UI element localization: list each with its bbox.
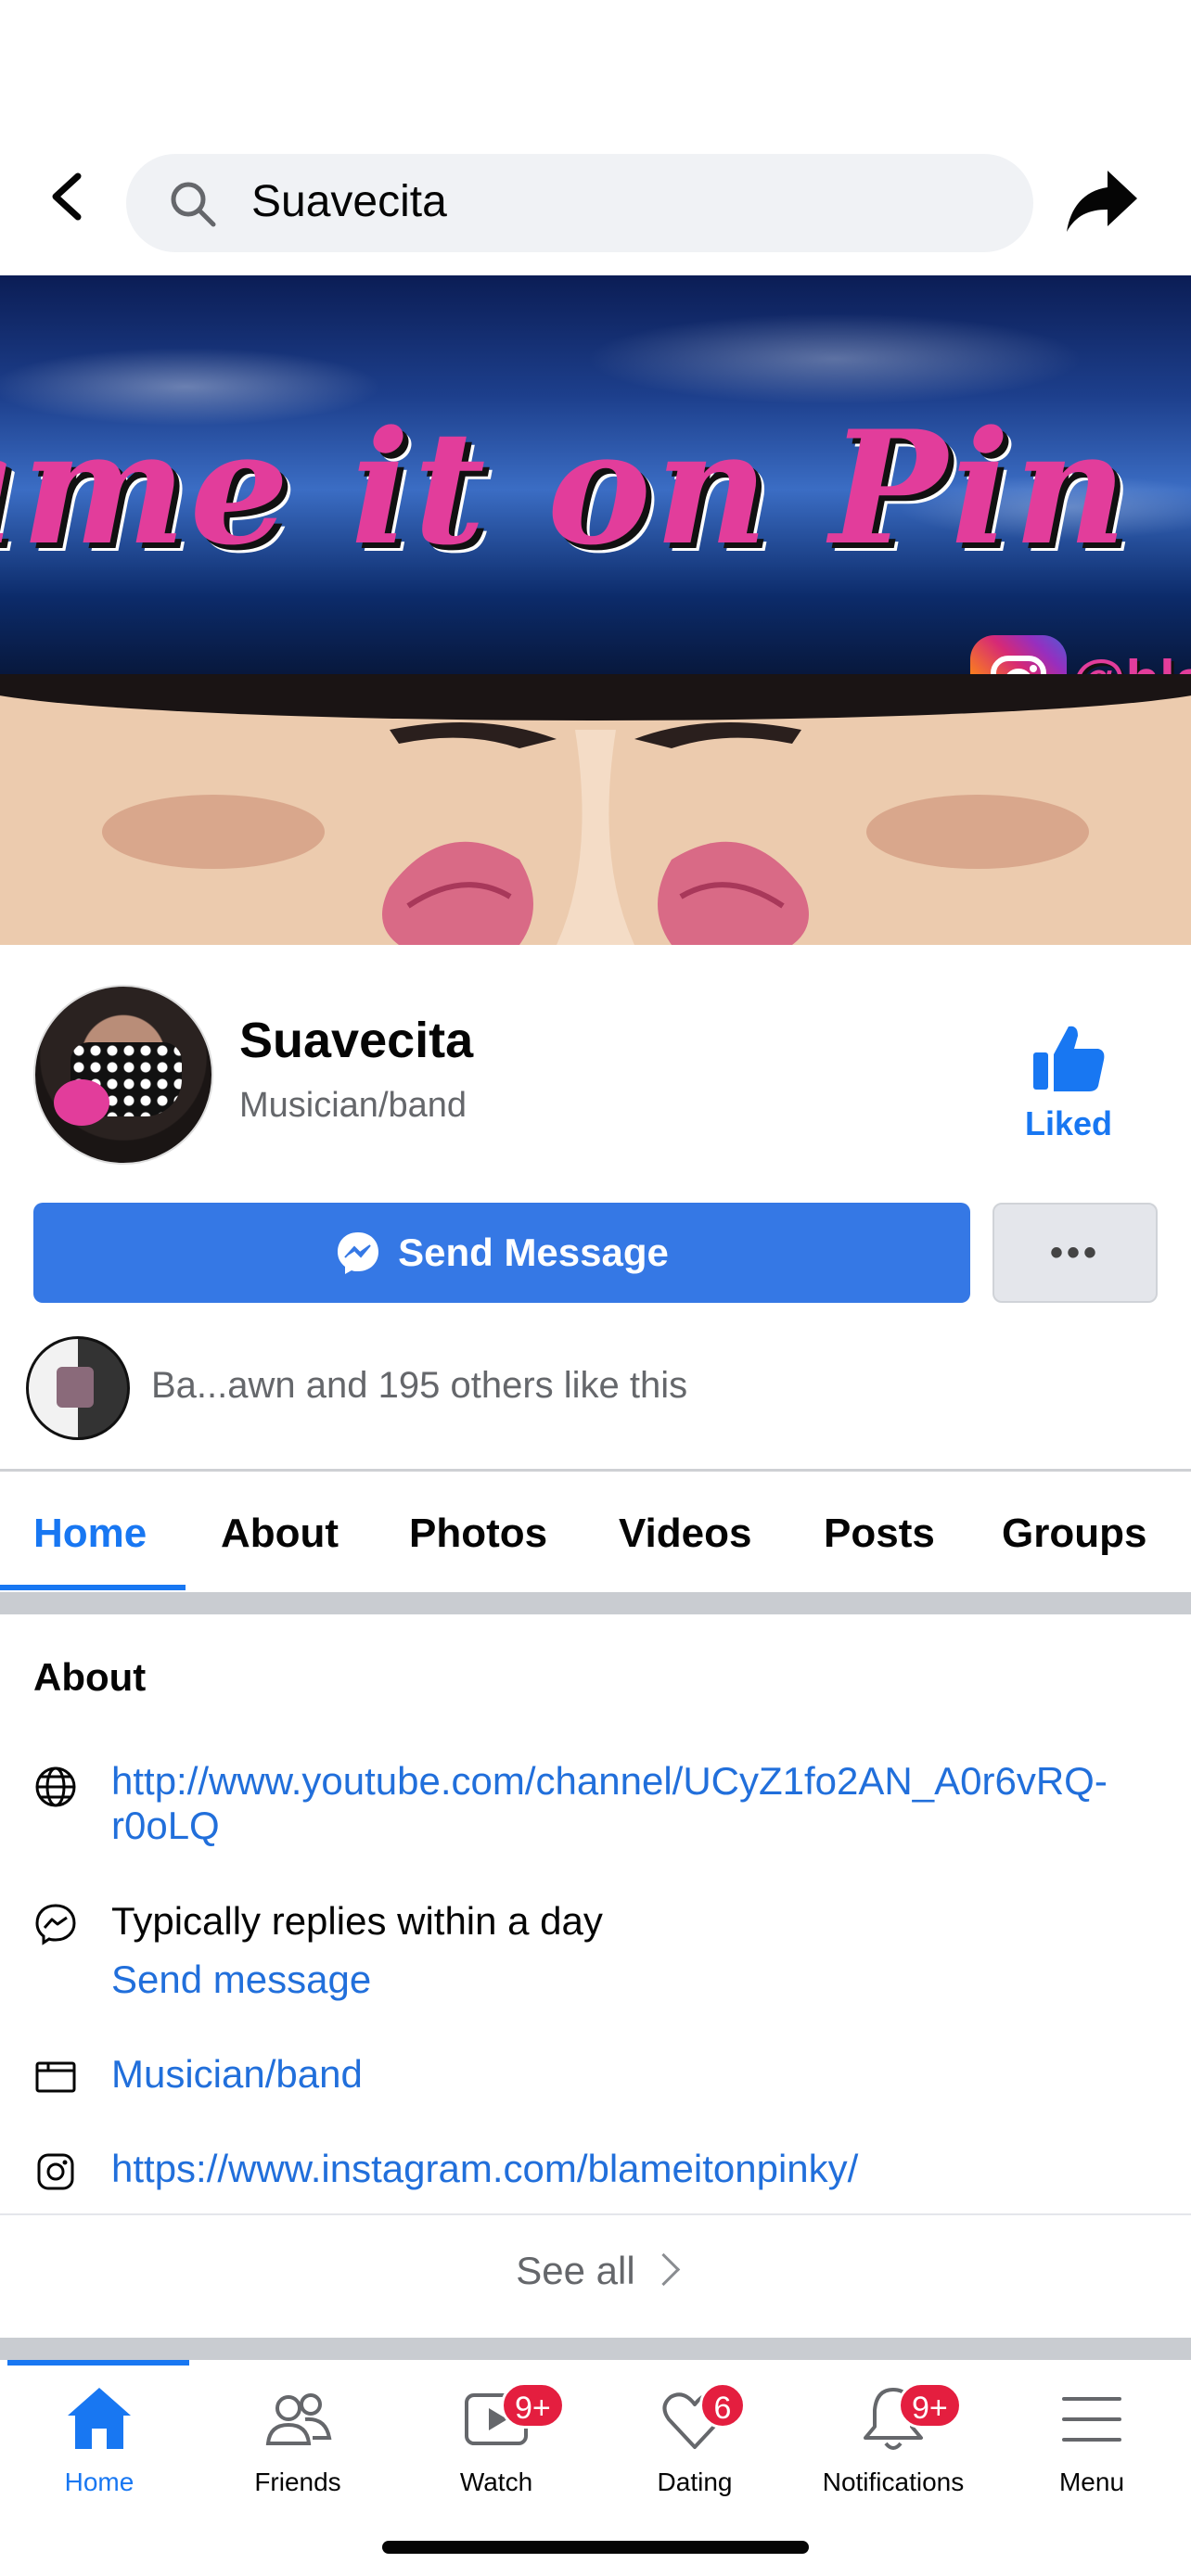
page-header: Suavecita Musician/band Liked Send Messa… xyxy=(0,945,1191,1464)
avatar-bow xyxy=(54,1079,109,1126)
tab-groups[interactable]: Groups xyxy=(1002,1511,1146,1557)
nav-friends[interactable]: Friends xyxy=(198,2382,397,2512)
tab-videos[interactable]: Videos xyxy=(619,1511,751,1557)
search-query: Suavecita xyxy=(251,177,447,226)
share-arrow-icon xyxy=(1067,171,1137,232)
profile-avatar[interactable] xyxy=(33,985,213,1165)
active-tab-indicator xyxy=(0,1585,186,1590)
tab-posts[interactable]: Posts xyxy=(824,1511,935,1557)
tab-home[interactable]: Home xyxy=(33,1511,147,1557)
nav-dating-label: Dating xyxy=(657,2468,733,2496)
nav-active-indicator xyxy=(7,2360,189,2366)
menu-icon xyxy=(1062,2397,1121,2442)
section-separator xyxy=(0,1592,1191,1614)
about-divider xyxy=(0,2213,1191,2215)
tab-photos[interactable]: Photos xyxy=(409,1511,547,1557)
back-button[interactable] xyxy=(37,167,96,226)
home-icon xyxy=(68,2388,131,2449)
nav-watch[interactable]: Watch 9+ xyxy=(397,2382,596,2512)
nav-home[interactable]: Home xyxy=(0,2382,198,2512)
watch-badge: 9+ xyxy=(501,2382,565,2429)
section-separator-2 xyxy=(0,2338,1191,2360)
category-folder-icon xyxy=(35,2061,76,2093)
dating-badge: 6 xyxy=(699,2382,746,2429)
back-arrow-icon xyxy=(52,172,82,221)
response-time-text: Typically replies within a day xyxy=(111,1899,603,1943)
page-tabs: Home About Photos Videos Posts Groups xyxy=(0,1472,1191,1592)
search-bar[interactable]: Suavecita xyxy=(126,154,1033,252)
messenger-outline-icon xyxy=(35,1904,76,1945)
website-link-line1: http://www.youtube.com/channel/UCyZ1fo2A… xyxy=(111,1759,1108,1803)
about-title: About xyxy=(33,1655,147,1699)
globe-icon xyxy=(35,1766,76,1807)
cover-banner-text: ame it on Pin xyxy=(0,396,1131,580)
home-indicator[interactable] xyxy=(382,2541,809,2554)
send-message-label: Send Message xyxy=(398,1231,669,1274)
nav-menu-label: Menu xyxy=(1058,2468,1125,2496)
send-message-button[interactable]: Send Message xyxy=(33,1203,970,1303)
more-options-button[interactable]: ••• xyxy=(992,1203,1158,1303)
page-title: Suavecita xyxy=(239,1013,474,1068)
instagram-link[interactable]: https://www.instagram.com/blameitonpinky… xyxy=(111,2147,858,2191)
about-section: About http://www.youtube.com/channel/UCy… xyxy=(0,1614,1191,2338)
thumbs-up-icon xyxy=(1033,1026,1105,1091)
see-all-label: See all xyxy=(516,2249,635,2292)
website-link-line2: r0oLQ xyxy=(111,1804,220,1847)
nav-watch-label: Watch xyxy=(459,2468,533,2496)
chevron-right-icon xyxy=(647,2253,680,2287)
more-dots-icon: ••• xyxy=(1049,1231,1100,1273)
send-message-link[interactable]: Send message xyxy=(111,1958,371,2002)
website-link[interactable]: http://www.youtube.com/channel/UCyZ1fo2A… xyxy=(111,1759,1108,1848)
friends-like-row[interactable]: Ba...awn and 195 others like this xyxy=(26,1334,1167,1440)
top-bar: Suavecita xyxy=(0,139,1191,269)
liked-button[interactable]: Liked xyxy=(1011,1021,1126,1143)
see-all-button[interactable]: See all xyxy=(0,2249,1191,2293)
messenger-icon xyxy=(338,1232,379,1274)
share-button[interactable] xyxy=(1063,163,1141,241)
nav-friends-label: Friends xyxy=(254,2468,341,2496)
tab-about[interactable]: About xyxy=(221,1511,339,1557)
nav-home-label: Home xyxy=(64,2468,134,2496)
friends-like-text: Ba...awn and 195 others like this xyxy=(151,1365,688,1406)
cover-mirrored-face-image xyxy=(0,674,1191,945)
friend-avatar xyxy=(26,1336,130,1440)
search-icon xyxy=(171,182,216,227)
cover-photo[interactable]: ame it on Pin @bla xyxy=(0,275,1191,945)
friends-icon xyxy=(265,2393,332,2445)
nav-dating[interactable]: Dating 6 xyxy=(596,2382,794,2512)
nav-notifications-label: Notifications xyxy=(822,2468,965,2496)
notifications-badge: 9+ xyxy=(898,2382,962,2429)
category-link[interactable]: Musician/band xyxy=(111,2052,363,2097)
nav-menu[interactable]: Menu xyxy=(992,2382,1191,2512)
liked-label: Liked xyxy=(1024,1104,1113,1142)
page-category: Musician/band xyxy=(239,1086,467,1125)
nav-notifications[interactable]: Notifications 9+ xyxy=(794,2382,992,2512)
instagram-icon xyxy=(37,2153,74,2190)
